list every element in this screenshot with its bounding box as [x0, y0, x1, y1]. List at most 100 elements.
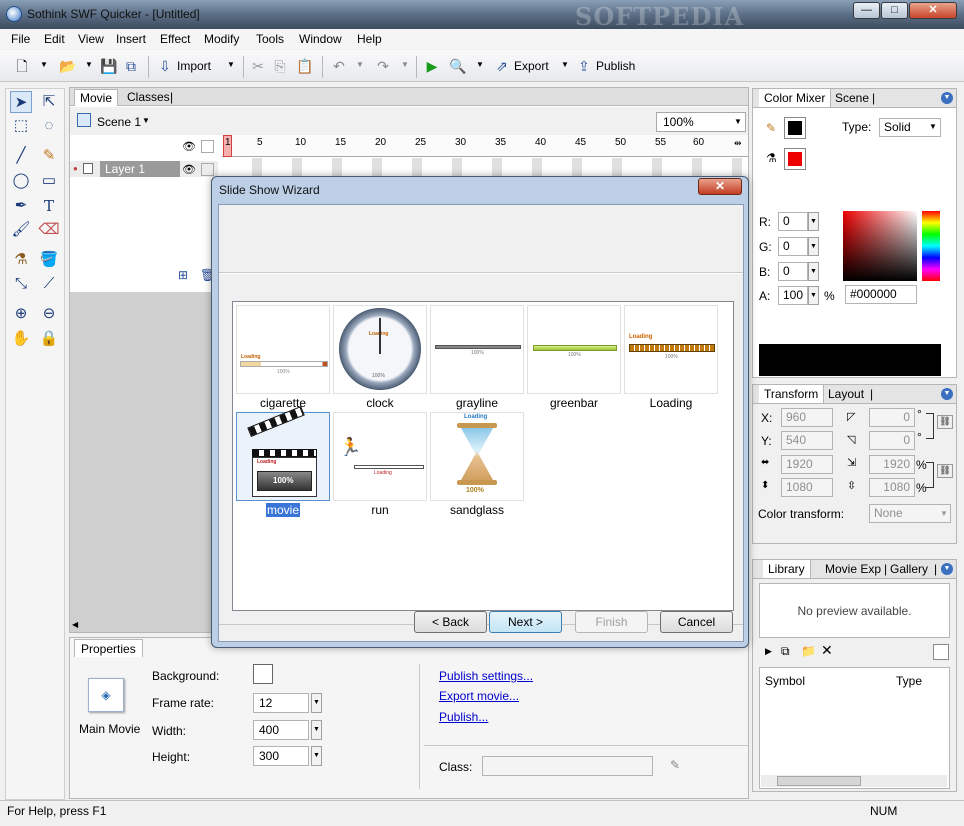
minimize-button[interactable]: — — [853, 2, 880, 19]
r-input[interactable]: 0 — [778, 212, 808, 231]
maximize-button[interactable]: □ — [881, 2, 908, 19]
menu-insert[interactable]: Insert — [116, 32, 146, 46]
text-tool-icon[interactable]: T — [38, 195, 60, 217]
skew-link-icon[interactable]: ⛓ — [937, 415, 953, 429]
preloader-thumbnail-grid[interactable]: Loading 100% cigarette Loading 100% cloc… — [232, 301, 734, 611]
tab-movie[interactable]: Movie — [74, 89, 119, 106]
zoom-in-tool-icon[interactable]: ⊕ — [10, 303, 32, 325]
scale-w-input[interactable]: 1920 — [869, 455, 915, 474]
x-input[interactable]: 960 — [781, 408, 833, 427]
frame-row[interactable] — [222, 158, 748, 176]
lock-column-box[interactable] — [201, 140, 214, 153]
publish-button[interactable]: Publish — [596, 59, 635, 73]
add-layer-icon[interactable]: ⊞ — [178, 268, 188, 282]
thumb-sandglass[interactable]: Loading 100% — [430, 412, 524, 501]
b-stepper[interactable]: ▼ — [808, 262, 819, 281]
col-type-header[interactable]: Type — [896, 674, 922, 688]
color-gradient-picker[interactable] — [843, 211, 917, 281]
cancel-button[interactable]: Cancel — [660, 611, 733, 633]
save-all-icon[interactable]: ⧉ — [123, 58, 139, 74]
ink-bottle-tool-icon[interactable]: ⚗ — [10, 249, 32, 271]
zoom-select[interactable]: 100% — [656, 112, 746, 132]
tab-transform[interactable]: Transform — [759, 385, 825, 403]
skew-h-input[interactable]: 0 — [869, 408, 915, 427]
open-folder-icon[interactable]: 📂 — [59, 58, 76, 74]
g-stepper[interactable]: ▼ — [808, 237, 819, 256]
new-folder-icon[interactable]: 📁 — [801, 644, 816, 658]
copy-icon[interactable]: ⎘ — [272, 58, 288, 74]
class-input[interactable] — [482, 756, 653, 776]
y-input[interactable]: 540 — [781, 431, 833, 450]
menu-help[interactable]: Help — [357, 32, 382, 46]
layer-eye-icon[interactable]: 👁 — [182, 163, 196, 176]
ruler-end-icon[interactable]: ⇹ — [734, 138, 742, 149]
fill-color-swatch[interactable] — [784, 148, 806, 170]
tab-layout[interactable]: Layout — [823, 385, 869, 403]
menu-tools[interactable]: Tools — [256, 32, 284, 46]
new-file-icon[interactable]: 🗋 — [14, 58, 30, 74]
height-input[interactable]: 300 — [253, 746, 309, 766]
menu-window[interactable]: Window — [299, 32, 342, 46]
thumb-grayline[interactable]: 100% — [430, 305, 524, 394]
tab-properties[interactable]: Properties — [74, 639, 143, 657]
thumb-run[interactable]: 🏃 Loading — [333, 412, 427, 501]
thumb-movie[interactable]: Loading 100% — [236, 406, 330, 501]
line-tool-icon[interactable]: ╱ — [10, 145, 32, 167]
collapse-library-icon[interactable]: ▼ — [941, 563, 953, 575]
tab-library[interactable]: Library — [763, 560, 811, 578]
save-icon[interactable]: 💾 — [100, 58, 117, 74]
menu-file[interactable]: File — [11, 32, 30, 46]
delete-symbol-icon[interactable]: ✕ — [821, 642, 833, 659]
back-button[interactable]: < Back — [414, 611, 487, 633]
paint-bucket-tool-icon[interactable]: 🪣 — [38, 249, 60, 271]
export-icon[interactable]: ⇗ — [494, 58, 510, 74]
import-dropdown-icon[interactable]: ▼ — [227, 60, 235, 69]
collapse-color-mixer-icon[interactable]: ▼ — [941, 92, 953, 104]
publish-link[interactable]: Publish... — [439, 710, 488, 724]
collapse-transform-icon[interactable]: ▼ — [941, 388, 953, 400]
export-button[interactable]: Export — [514, 59, 549, 73]
width-stepper[interactable]: ▼ — [311, 720, 322, 740]
close-button[interactable]: ✕ — [909, 2, 957, 19]
redo-icon[interactable]: ↷ — [375, 58, 391, 74]
ellipse-tool-icon[interactable]: ◯ — [10, 170, 32, 192]
pencil-tool-icon[interactable]: ✎ — [38, 145, 60, 167]
b-input[interactable]: 0 — [778, 262, 808, 281]
thumb-greenbar[interactable]: 100% — [527, 305, 621, 394]
thumb-cigarette[interactable]: Loading 100% — [236, 305, 330, 394]
zoom-out-tool-icon[interactable]: ⊖ — [38, 303, 60, 325]
layer-name[interactable]: Layer 1 — [100, 161, 180, 177]
eraser-tool-icon[interactable]: ⌫ — [38, 219, 60, 241]
scene-selector[interactable]: Scene 1 — [97, 115, 141, 129]
stroke-color-swatch[interactable] — [784, 117, 806, 139]
color-transform-select[interactable]: None — [869, 504, 951, 523]
menu-edit[interactable]: Edit — [44, 32, 65, 46]
eyedropper-tool-icon[interactable]: ⟋ — [38, 273, 60, 295]
menu-effect[interactable]: Effect — [160, 32, 190, 46]
g-input[interactable]: 0 — [778, 237, 808, 256]
tab-classes[interactable]: Classes — [122, 89, 175, 106]
scene-dropdown-icon[interactable]: ▼ — [142, 116, 150, 125]
type-dropdown-icon[interactable]: ▼ — [929, 122, 937, 131]
preview-icon[interactable]: 🔍 — [449, 58, 466, 74]
frame-rate-input[interactable]: 12 — [253, 693, 309, 713]
select-tool-icon[interactable]: ➤ — [10, 91, 32, 113]
lasso-tool-icon[interactable]: ◌ — [38, 115, 60, 137]
hand-tool-icon[interactable]: ✋ — [10, 328, 32, 350]
thumb-clock[interactable]: Loading 100% — [333, 305, 427, 394]
undo-dropdown-icon[interactable]: ▼ — [356, 60, 364, 69]
col-symbol-header[interactable]: Symbol — [765, 674, 805, 688]
publish-settings-link[interactable]: Publish settings... — [439, 669, 533, 683]
publish-icon[interactable]: ⇪ — [576, 58, 592, 74]
scale-link-icon[interactable]: ⛓ — [937, 464, 953, 478]
undo-icon[interactable]: ↶ — [331, 58, 347, 74]
export-movie-link[interactable]: Export movie... — [439, 689, 519, 703]
library-expand-icon[interactable]: ▶ — [765, 646, 772, 657]
height-stepper[interactable]: ▼ — [311, 746, 322, 766]
width-input[interactable]: 400 — [253, 720, 309, 740]
export-dropdown-icon[interactable]: ▼ — [561, 60, 569, 69]
hue-strip[interactable] — [922, 211, 940, 281]
thumb-loading[interactable]: Loading 100% — [624, 305, 718, 394]
a-stepper[interactable]: ▼ — [808, 286, 819, 305]
next-button[interactable]: Next > — [489, 611, 562, 633]
